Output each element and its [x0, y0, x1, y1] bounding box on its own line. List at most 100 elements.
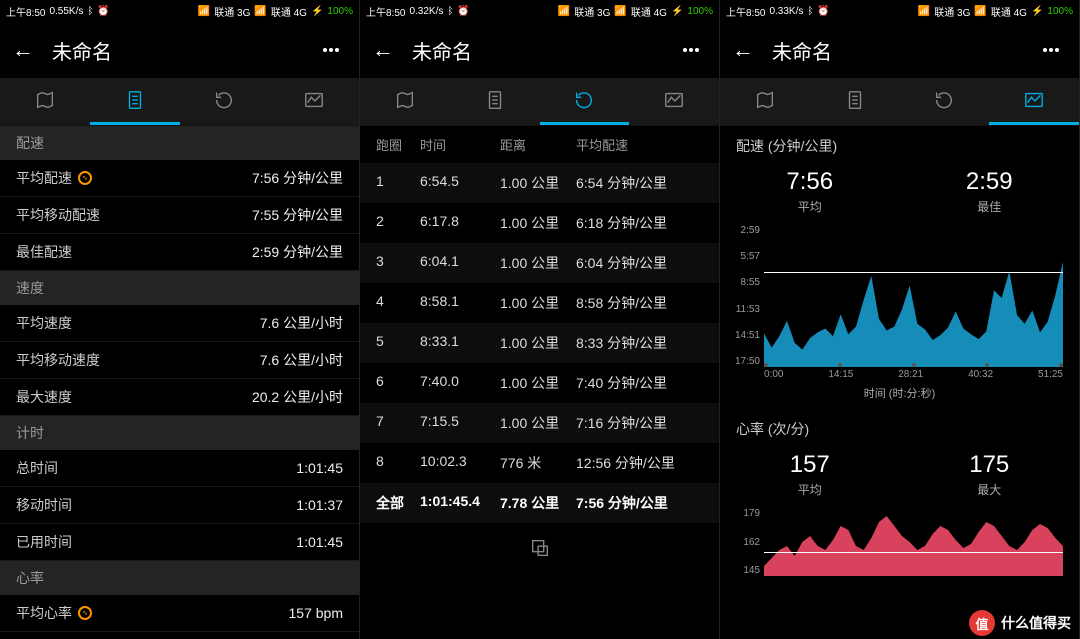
- status-speed: 0.33K/s: [769, 6, 803, 17]
- hr-summary: 157平均 175最大: [720, 445, 1079, 508]
- lap-num: 7: [376, 413, 420, 433]
- tab-charts[interactable]: [989, 78, 1079, 125]
- col-dist: 距离: [500, 135, 576, 154]
- lap-num: 5: [376, 333, 420, 353]
- hr-chart: 179162145: [720, 508, 1079, 576]
- pace-avg-value: 7:56: [786, 168, 833, 196]
- stat-value: 20.2 公里/小时: [252, 387, 343, 407]
- lap-pace: 8:58 分钟/公里: [576, 293, 703, 313]
- export-button[interactable]: [360, 523, 719, 573]
- tabs: [720, 78, 1079, 126]
- stat-row: 最大速度20.2 公里/小时: [0, 379, 359, 416]
- lap-pace: 7:16 分钟/公里: [576, 413, 703, 433]
- tab-laps[interactable]: [180, 78, 270, 125]
- total-pace: 7:56 分钟/公里: [576, 493, 703, 513]
- back-button[interactable]: ←: [732, 37, 768, 63]
- tab-laps[interactable]: [900, 78, 990, 125]
- lap-dist: 1.00 公里: [500, 293, 576, 313]
- stat-value: 157 bpm: [289, 605, 343, 621]
- lap-time: 7:40.0: [420, 373, 500, 393]
- lap-dist: 1.00 公里: [500, 333, 576, 353]
- lap-header-row: 跑圈 时间 距离 平均配速: [360, 126, 719, 163]
- tab-charts[interactable]: [629, 78, 719, 125]
- y-tick: 145: [724, 565, 760, 576]
- pace-best-label: 最佳: [966, 198, 1013, 215]
- overflow-menu-button[interactable]: [683, 48, 707, 52]
- bluetooth-icon: ᛒ: [807, 6, 813, 17]
- back-button[interactable]: ←: [12, 37, 48, 63]
- container: 上午8:50 0.55K/s ᛒ ⏰ 📶 联通 3G 📶 联通 4G ⚡ 100…: [0, 0, 1080, 639]
- tab-details[interactable]: [90, 78, 180, 125]
- lap-time: 7:15.5: [420, 413, 500, 433]
- stat-label: 平均移动速度: [16, 350, 100, 370]
- bluetooth-icon: ᛒ: [447, 6, 453, 17]
- x-tick: 0:00: [764, 369, 783, 385]
- live-icon: ∿: [78, 606, 92, 620]
- lap-row[interactable]: 77:15.51.00 公里7:16 分钟/公里: [360, 403, 719, 443]
- lap-row[interactable]: 58:33.11.00 公里8:33 分钟/公里: [360, 323, 719, 363]
- lap-num: 3: [376, 253, 420, 273]
- tab-laps[interactable]: [540, 78, 630, 125]
- signal-icon: 📶: [558, 6, 570, 17]
- lap-row[interactable]: 26:17.81.00 公里6:18 分钟/公里: [360, 203, 719, 243]
- lap-row[interactable]: 67:40.01.00 公里7:40 分钟/公里: [360, 363, 719, 403]
- stat-row: 平均移动速度7.6 公里/小时: [0, 342, 359, 379]
- back-button[interactable]: ←: [372, 37, 408, 63]
- tab-map[interactable]: [720, 78, 810, 125]
- col-pace: 平均配速: [576, 135, 703, 154]
- x-tick: 51:25: [1038, 369, 1063, 385]
- lap-row[interactable]: 16:54.51.00 公里6:54 分钟/公里: [360, 163, 719, 203]
- status-time: 上午8:50: [366, 4, 405, 19]
- tab-details[interactable]: [810, 78, 900, 125]
- stat-value: 1:01:45: [296, 460, 343, 476]
- stat-value: 2:59 分钟/公里: [252, 242, 343, 262]
- section-header: 速度: [0, 271, 359, 305]
- overflow-menu-button[interactable]: [1043, 48, 1067, 52]
- signal-icon: 📶: [918, 6, 930, 17]
- page-title: 未命名: [772, 36, 1043, 65]
- hr-avg-value: 157: [790, 451, 830, 479]
- avg-line: [764, 552, 1063, 553]
- signal-icon: 📶: [974, 6, 986, 17]
- carrier2: 联通 4G: [991, 4, 1027, 19]
- stat-row: 已用时间1:01:45: [0, 524, 359, 561]
- stat-label: 平均移动配速: [16, 205, 100, 225]
- lap-time: 10:02.3: [420, 453, 500, 473]
- stat-row: 总时间 1:01:45: [0, 450, 359, 487]
- lap-dist: 776 米: [500, 453, 576, 473]
- tab-map[interactable]: [360, 78, 450, 125]
- stat-label: 已用时间: [16, 532, 72, 552]
- stat-row: 平均速度7.6 公里/小时: [0, 305, 359, 342]
- stat-label: 总时间: [16, 458, 58, 478]
- lap-pace: 8:33 分钟/公里: [576, 333, 703, 353]
- stat-value: 7:55 分钟/公里: [252, 205, 343, 225]
- charge-icon: ⚡: [671, 6, 683, 17]
- overflow-menu-button[interactable]: [323, 48, 347, 52]
- tab-charts[interactable]: [269, 78, 359, 125]
- carrier2: 联通 4G: [271, 4, 307, 19]
- battery-pct: 100%: [1047, 6, 1073, 17]
- lap-row[interactable]: 48:58.11.00 公里8:58 分钟/公里: [360, 283, 719, 323]
- stat-value: 1:01:37: [296, 497, 343, 513]
- col-time: 时间: [420, 135, 500, 154]
- alarm-icon: ⏰: [817, 6, 829, 17]
- carrier2: 联通 4G: [631, 4, 667, 19]
- lap-row[interactable]: 36:04.11.00 公里6:04 分钟/公里: [360, 243, 719, 283]
- screen-laps: 上午8:50 0.32K/s ᛒ ⏰ 📶 联通 3G 📶 联通 4G ⚡ 100…: [360, 0, 720, 639]
- charts-content: 配速 (分钟/公里) 7:56平均 2:59最佳 2:595:578:5511:…: [720, 126, 1079, 639]
- lap-row[interactable]: 810:02.3776 米12:56 分钟/公里: [360, 443, 719, 483]
- app-bar: ← 未命名: [360, 22, 719, 78]
- y-tick: 2:59: [724, 225, 760, 236]
- tab-details[interactable]: [450, 78, 540, 125]
- stat-label: 最佳配速: [16, 242, 72, 262]
- total-time: 1:01:45.4: [420, 493, 500, 513]
- y-tick: 5:57: [724, 251, 760, 262]
- lap-pace: 6:04 分钟/公里: [576, 253, 703, 273]
- live-icon: ∿: [78, 171, 92, 185]
- lap-time: 8:33.1: [420, 333, 500, 353]
- hr-chart-title: 心率 (次/分): [720, 409, 1079, 445]
- status-speed: 0.32K/s: [409, 6, 443, 17]
- tab-map[interactable]: [0, 78, 90, 125]
- stat-label: 平均速度: [16, 313, 72, 333]
- signal-icon: 📶: [254, 6, 266, 17]
